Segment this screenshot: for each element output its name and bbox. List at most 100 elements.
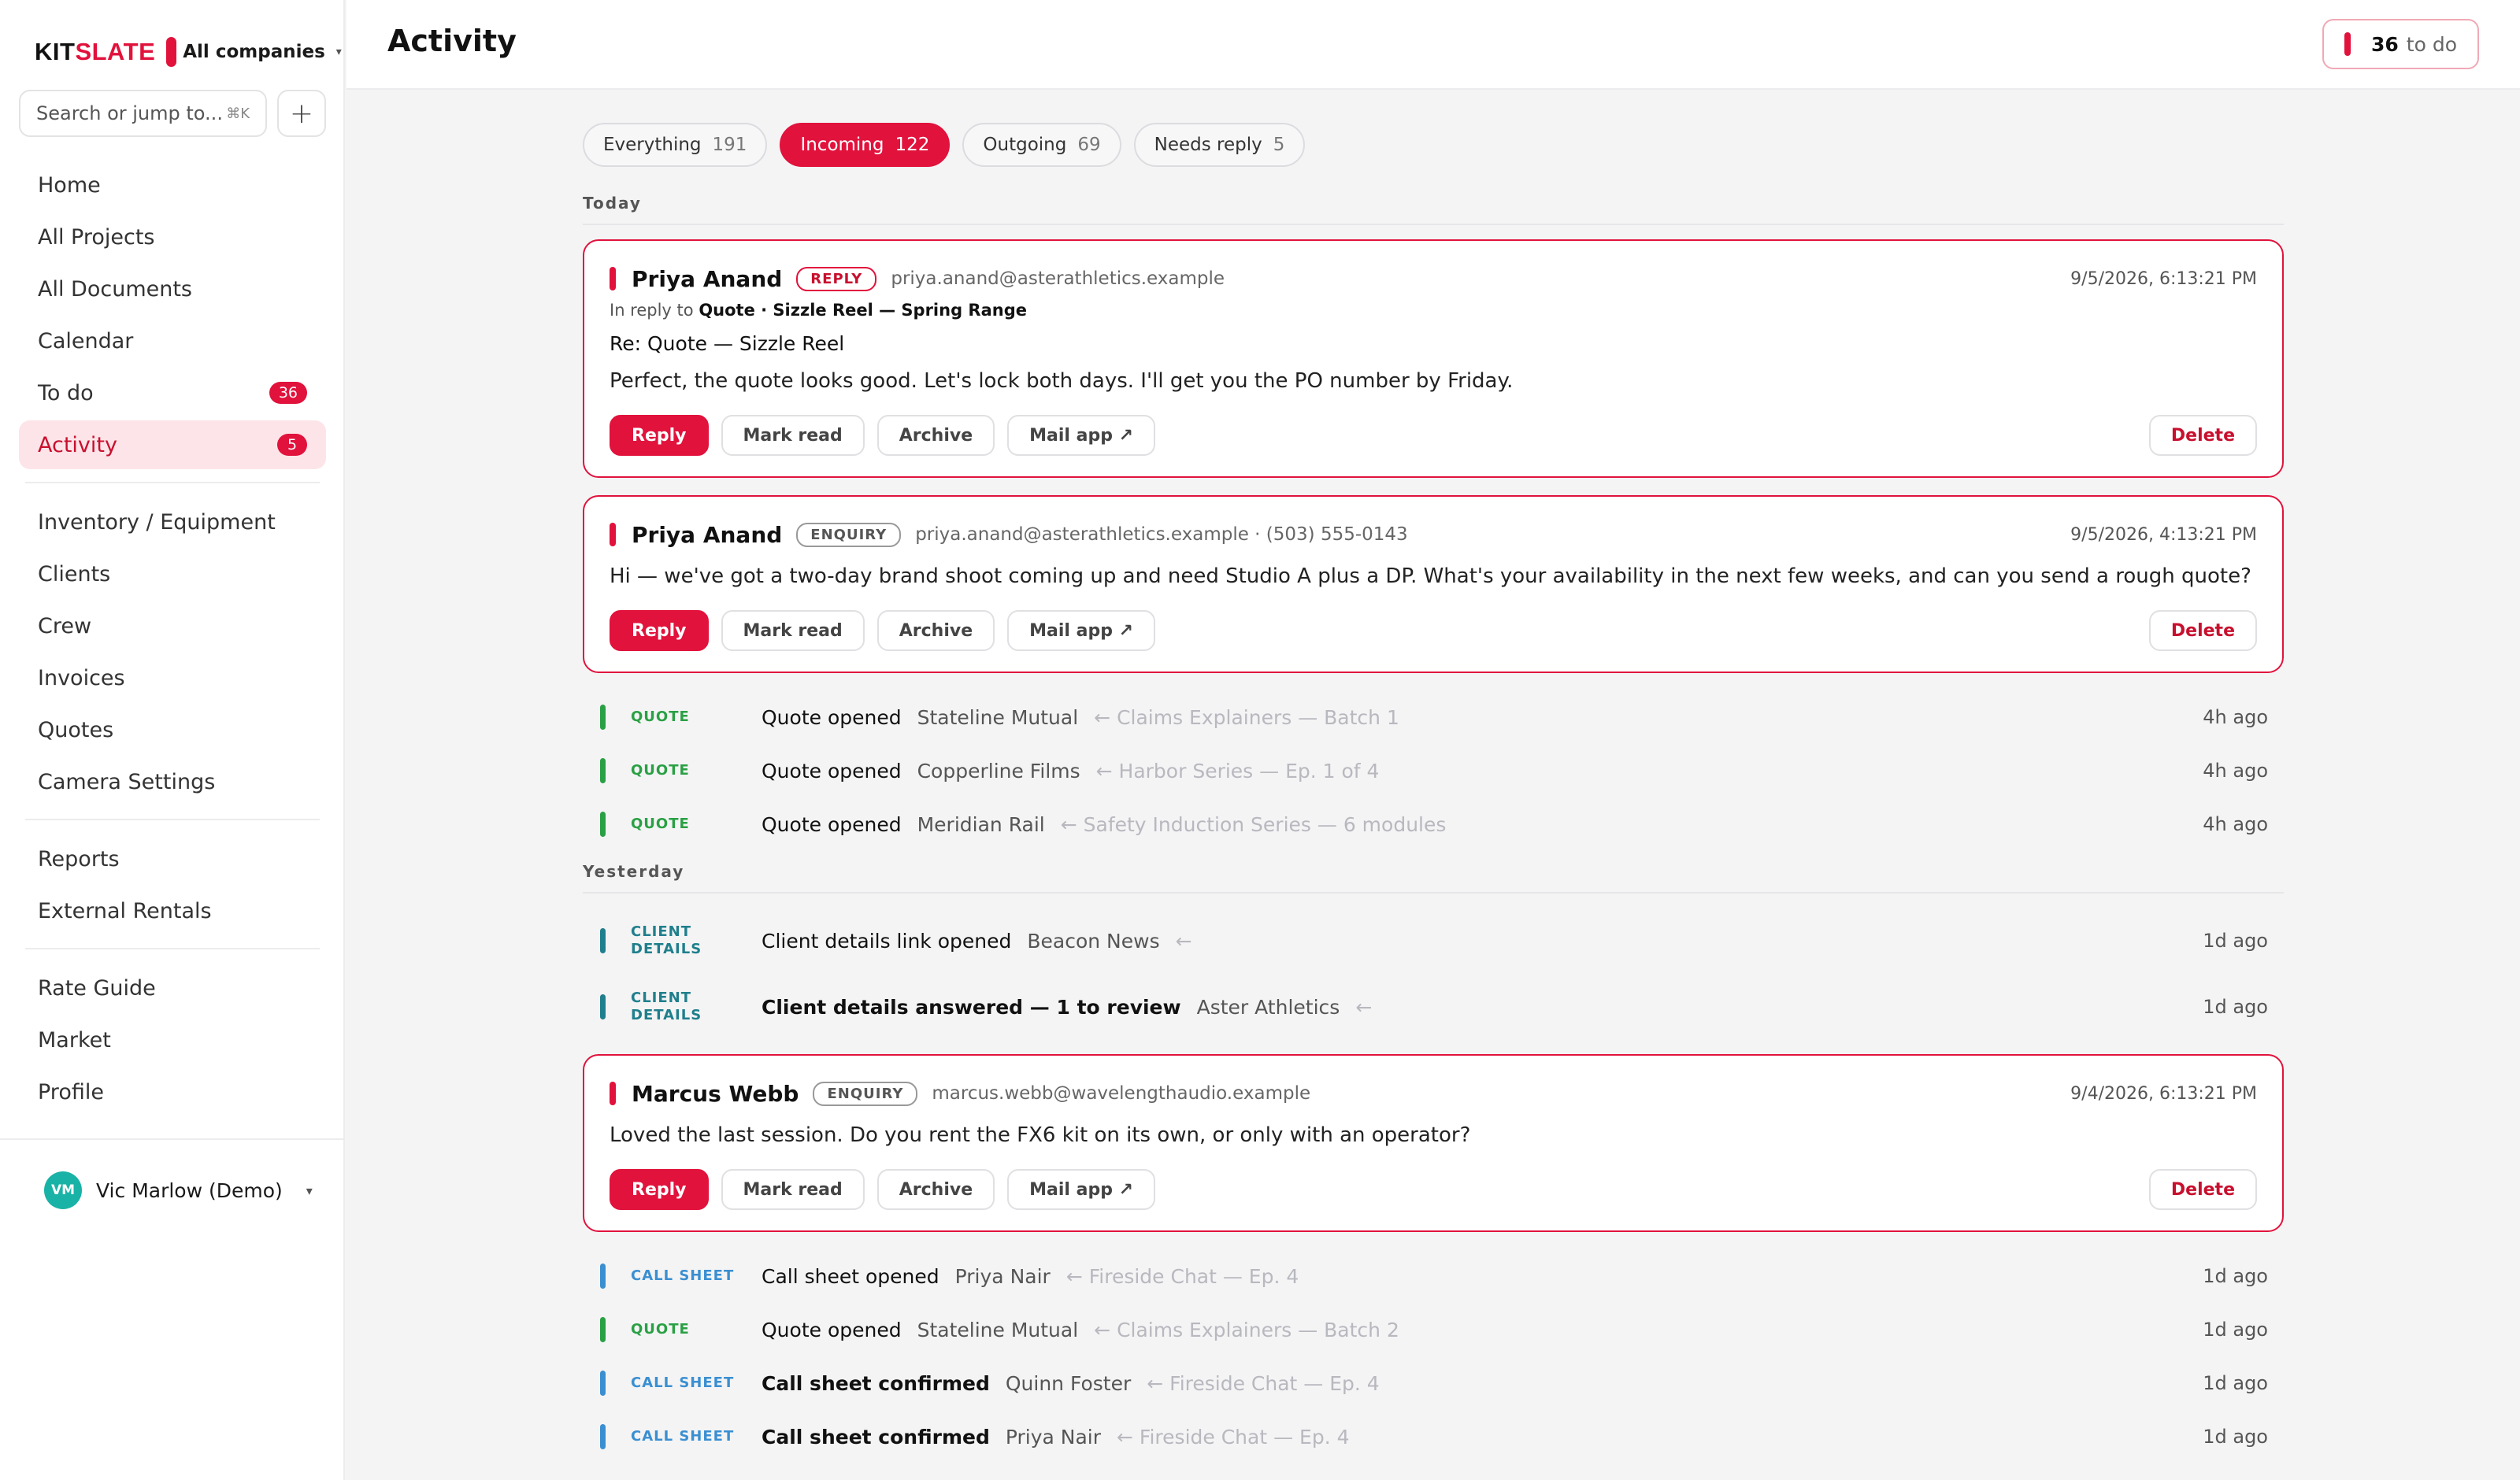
company-switcher[interactable]: KITSLATE All companies ▾ [35,36,342,68]
search-input[interactable]: Search or jump to... ⌘K [19,90,267,137]
call-sheet-marker [600,1264,606,1289]
client-details-marker [600,994,606,1019]
sidebar-item-reports[interactable]: Reports [19,834,326,883]
activity-feed: Everything 191 Incoming 122 Outgoing 69 Nee… [583,123,2284,1463]
sidebar-item-crew[interactable]: Crew [19,601,326,650]
activity-context: ← Safety Induction Series — 6 modules [1060,812,1447,836]
activity-time: 1d ago [2203,996,2268,1018]
message-type-tag: ENQUIRY [796,522,902,547]
sidebar-item-rate-guide[interactable]: Rate Guide [19,964,326,1012]
filter-everything[interactable]: Everything 191 [583,123,768,167]
sidebar-item-to-do[interactable]: To do 36 [19,368,326,417]
section-yesterday: Yesterday [583,862,2284,894]
activity-row[interactable]: CALL SHEET Call sheet confirmed Quinn Fo… [583,1356,2284,1410]
sidebar-item-clients[interactable]: Clients [19,549,326,598]
todo-count: 36 [2370,32,2399,56]
sidebar-item-calendar[interactable]: Calendar [19,316,326,365]
activity-time: 4h ago [2203,760,2268,782]
delete-button[interactable]: Delete [2148,1169,2257,1210]
reply-button[interactable]: Reply [610,415,709,456]
activity-time: 1d ago [2203,1319,2268,1341]
sidebar-item-camera-settings[interactable]: Camera Settings [19,757,326,806]
activity-row[interactable]: QUOTE Quote opened Meridian Rail ← Safet… [583,797,2284,851]
activity-row[interactable]: QUOTE Quote opened Copperline Films ← Ha… [583,744,2284,797]
filter-outgoing[interactable]: Outgoing 69 [962,123,1121,167]
top-bar: Activity 36 to do [346,0,2520,90]
sidebar-item-inventory[interactable]: Inventory / Equipment [19,498,326,546]
activity-row[interactable]: CALL SHEET Call sheet confirmed Priya Na… [583,1410,2284,1463]
activity-row[interactable]: CLIENT DETAILS Client details answered — … [583,974,2284,1040]
plus-icon: + [289,97,314,130]
activity-action: Quote opened [762,705,902,729]
reply-target-link[interactable]: Quote · Sizzle Reel — Spring Range [699,301,1027,320]
archive-button[interactable]: Archive [876,1169,995,1210]
sender-name: Marcus Webb [632,1080,799,1107]
archive-button[interactable]: Archive [876,415,995,456]
sidebar-item-invoices[interactable]: Invoices [19,653,326,702]
message-subject: Re: Quote — Sizzle Reel [610,332,845,355]
message-actions: Reply Mark read Archive Mail app ↗ Delet… [610,415,2257,456]
section-today: Today [583,194,2284,225]
add-button[interactable]: + [277,90,326,137]
sidebar-item-all-projects[interactable]: All Projects [19,213,326,261]
mark-read-button[interactable]: Mark read [721,415,865,456]
reply-button[interactable]: Reply [610,610,709,651]
activity-row[interactable]: QUOTE Quote opened Stateline Mutual ← Cl… [583,1303,2284,1356]
activity-client: Priya Nair [954,1264,1051,1288]
activity-row[interactable]: QUOTE Quote opened Stateline Mutual ← Cl… [583,690,2284,744]
quote-marker [600,1317,606,1342]
delete-button[interactable]: Delete [2148,415,2257,456]
mail-app-button[interactable]: Mail app ↗ [1007,610,1156,651]
filter-needs-reply[interactable]: Needs reply 5 [1133,123,1306,167]
sender-email: priya.anand@asterathletics.example [891,268,1225,289]
todo-label: to do [2406,32,2457,56]
activity-client: Stateline Mutual [917,1318,1079,1341]
activity-context: ← Claims Explainers — Batch 2 [1094,1318,1399,1341]
kitslate-logo: KITSLATE [35,38,156,65]
activity-kind: CLIENT DETAILS [631,990,702,1023]
activity-context: ← Fireside Chat — Ep. 4 [1065,1264,1299,1288]
activity-client: Copperline Films [917,759,1080,783]
company-name: All companies [183,42,325,62]
call-sheet-marker [600,1424,606,1449]
message-body: Loved the last session. Do you rent the … [610,1123,1471,1147]
sidebar-item-market[interactable]: Market [19,1016,326,1064]
sidebar-item-activity[interactable]: Activity 5 [19,420,326,469]
chevron-down-icon: ▾ [335,46,342,58]
activity-kind: QUOTE [631,816,690,832]
message-actions: Reply Mark read Archive Mail app ↗ Delet… [610,610,2257,651]
sidebar-item-all-documents[interactable]: All Documents [19,265,326,313]
filter-incoming[interactable]: Incoming 122 [780,123,951,167]
activity-row[interactable]: CALL SHEET Call sheet opened Priya Nair … [583,1249,2284,1303]
message-card: Priya Anand REPLY priya.anand@asterathle… [583,239,2284,478]
message-type-tag: ENQUIRY [813,1081,918,1106]
call-sheet-marker [600,1371,606,1396]
chevron-down-icon: ▾ [306,1182,313,1198]
brand-accent-mark [166,37,177,67]
message-card: Marcus Webb ENQUIRY marcus.webb@waveleng… [583,1054,2284,1232]
mark-read-button[interactable]: Mark read [721,610,865,651]
activity-time: 1d ago [2203,1372,2268,1394]
nav-divider [25,948,320,949]
activity-action: Quote opened [762,812,902,836]
user-menu[interactable]: VM Vic Marlow (Demo) ▾ [44,1171,313,1209]
mark-read-button[interactable]: Mark read [721,1169,865,1210]
message-card: Priya Anand ENQUIRY priya.anand@asterath… [583,495,2284,673]
nav-divider [25,819,320,820]
delete-button[interactable]: Delete [2148,610,2257,651]
sidebar-item-profile[interactable]: Profile [19,1067,326,1116]
mail-app-button[interactable]: Mail app ↗ [1007,1169,1156,1210]
quote-marker [600,758,606,783]
archive-button[interactable]: Archive [876,610,995,651]
todo-chip-button[interactable]: 36 to do [2322,19,2479,69]
activity-context: ← Fireside Chat — Ep. 4 [1117,1425,1350,1449]
activity-client: Stateline Mutual [917,705,1079,729]
reply-button[interactable]: Reply [610,1169,709,1210]
activity-kind: QUOTE [631,762,690,779]
sidebar-item-external-rentals[interactable]: External Rentals [19,886,326,935]
sidebar-item-quotes[interactable]: Quotes [19,705,326,754]
mail-app-button[interactable]: Mail app ↗ [1007,415,1156,456]
unread-marker [610,523,616,546]
sidebar-item-home[interactable]: Home [19,161,326,209]
activity-row[interactable]: CLIENT DETAILS Client details link opened… [583,908,2284,974]
